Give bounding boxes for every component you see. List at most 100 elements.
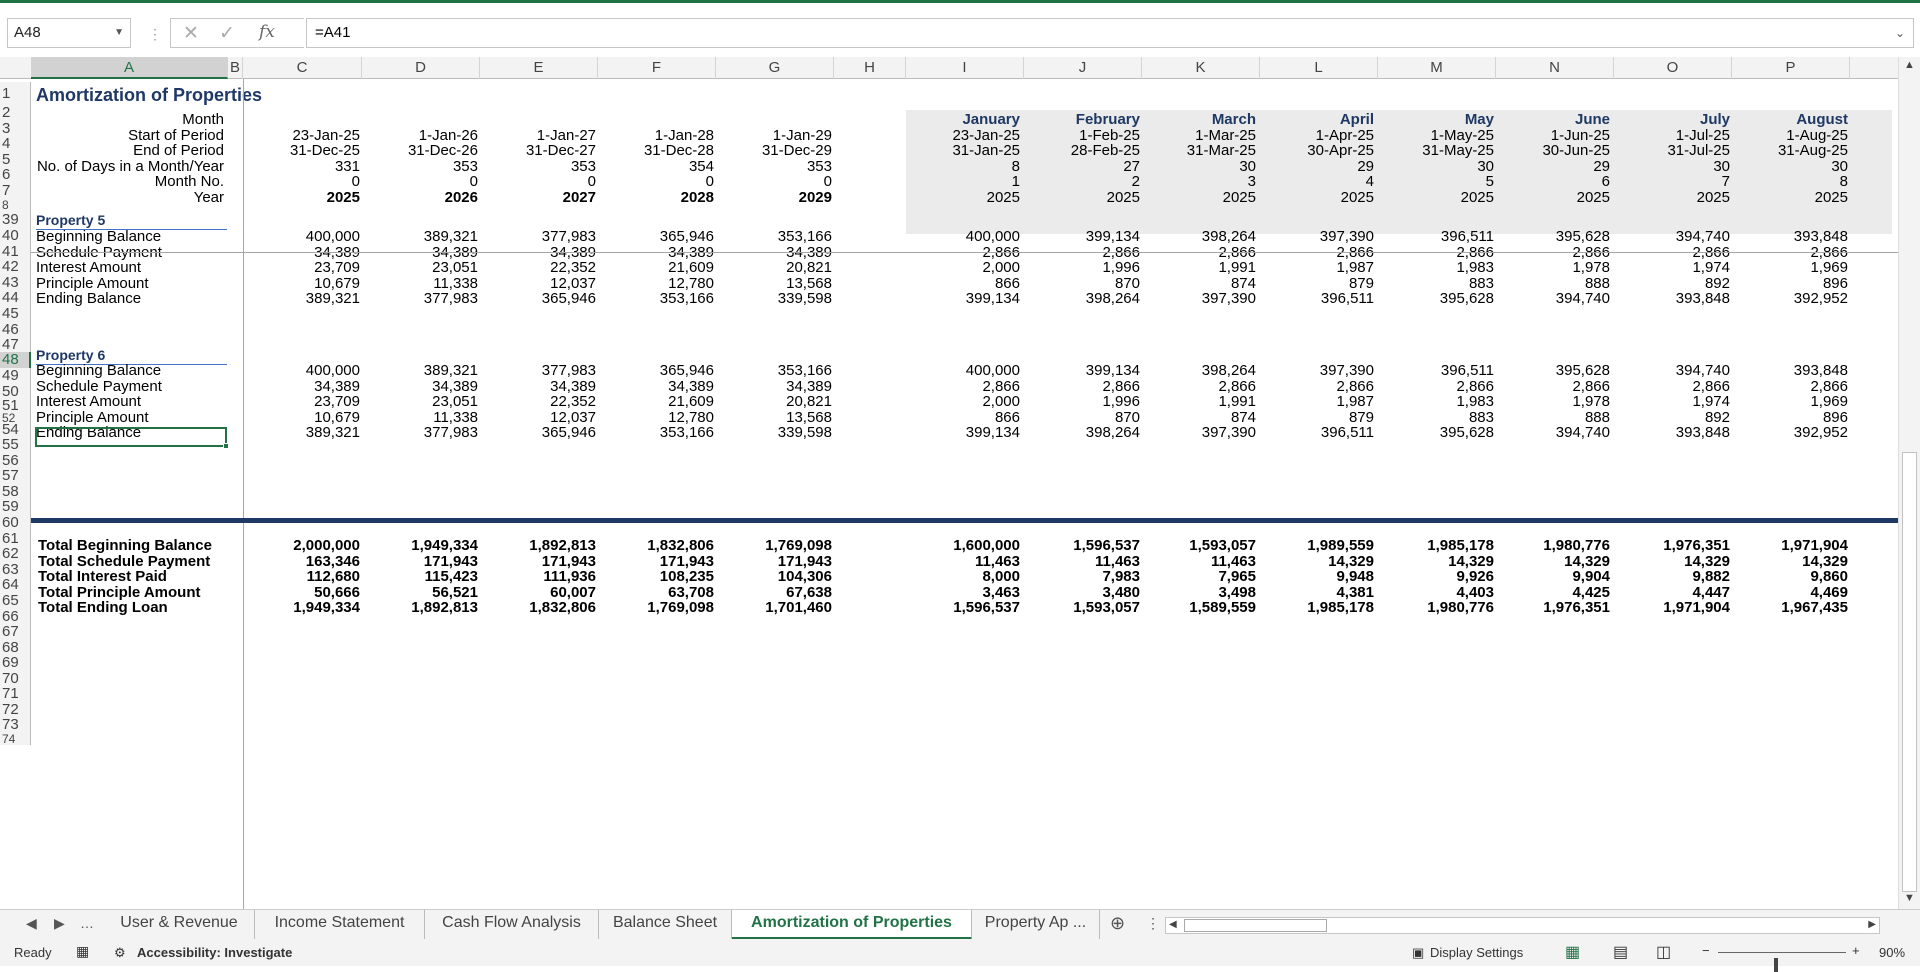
total-value-cell[interactable]: 1,892,813 — [368, 598, 478, 617]
row-header-4[interactable]: 4 — [0, 136, 31, 152]
formula-input[interactable]: =A41 ⌄ — [306, 18, 1914, 48]
chevron-down-icon[interactable]: ▼ — [114, 19, 124, 47]
value-cell[interactable]: 389,321 — [250, 423, 360, 442]
total-value-cell[interactable]: 1,985,178 — [1264, 598, 1374, 617]
zoom-slider-knob[interactable] — [1773, 958, 1778, 972]
value-cell[interactable]: 395,628 — [1384, 289, 1494, 308]
column-header-b[interactable]: B — [228, 57, 243, 79]
total-value-cell[interactable]: 1,593,057 — [1030, 598, 1140, 617]
sheet-tab[interactable]: Amortization of Properties — [732, 910, 972, 940]
prev-sheet-icon[interactable]: ◀ — [26, 915, 37, 932]
row-label[interactable]: Ending Balance — [36, 289, 141, 308]
value-cell[interactable]: 396,511 — [1264, 423, 1374, 442]
scroll-down-icon[interactable]: ▼ — [1904, 892, 1915, 904]
year-cell[interactable]: 2025 — [1146, 188, 1256, 207]
row-header-58[interactable]: 58 — [0, 484, 31, 499]
row-header-49[interactable]: 49 — [0, 368, 31, 384]
accessibility-icon[interactable]: ⚙ — [114, 945, 126, 961]
worksheet-grid[interactable]: 1 2 3 4 5 6 7 8 39 40 41 42 43 44 45 46 47 48 49 50 51 52 54 55… — [0, 79, 1898, 909]
horizontal-scroll-thumb[interactable] — [1184, 919, 1327, 932]
vertical-scroll-thumb[interactable] — [1902, 452, 1917, 892]
value-cell[interactable]: 399,134 — [910, 423, 1020, 442]
total-value-cell[interactable]: 1,589,559 — [1146, 598, 1256, 617]
row-header-39[interactable]: 39 — [0, 212, 31, 228]
column-header-e[interactable]: E — [480, 57, 598, 79]
horizontal-scrollbar[interactable]: ◀ ▶ — [1165, 917, 1880, 934]
display-settings-icon[interactable]: ▣ — [1412, 945, 1424, 961]
row-header-68[interactable]: 68 — [0, 640, 31, 655]
tab-split-icon[interactable]: ⋮ — [1146, 915, 1160, 932]
sheet-tab[interactable]: Cash Flow Analysis — [425, 910, 599, 940]
row-header-62[interactable]: 62 — [0, 546, 31, 562]
accessibility-status[interactable]: Accessibility: Investigate — [137, 945, 292, 960]
value-cell[interactable]: 396,511 — [1264, 289, 1374, 308]
sheet-tab[interactable]: Balance Sheet — [599, 910, 732, 940]
row-header-65[interactable]: 65 — [0, 593, 31, 609]
row-header-57[interactable]: 57 — [0, 468, 31, 484]
value-cell[interactable]: 398,264 — [1030, 289, 1140, 308]
row-header-47[interactable]: 47 — [0, 337, 31, 352]
value-cell[interactable]: 353,166 — [604, 423, 714, 442]
row-header-54[interactable]: 54 — [0, 422, 31, 437]
column-header-i[interactable]: I — [906, 57, 1024, 79]
row-header-64[interactable]: 64 — [0, 577, 31, 593]
value-cell[interactable]: 394,740 — [1500, 423, 1610, 442]
row-header-71[interactable]: 71 — [0, 686, 31, 702]
enter-icon[interactable]: ✓ — [219, 22, 235, 45]
row-header-45[interactable]: 45 — [0, 306, 31, 322]
row-header-43[interactable]: 43 — [0, 275, 31, 290]
selected-cell[interactable] — [35, 427, 229, 449]
vertical-scrollbar[interactable]: ▲ ▼ — [1898, 57, 1920, 909]
row-header-7[interactable]: 7 — [0, 183, 31, 199]
page-break-icon[interactable]: ◫ — [1656, 942, 1671, 962]
value-cell[interactable]: 389,321 — [250, 289, 360, 308]
row-header-2[interactable]: 2 — [0, 105, 31, 121]
value-cell[interactable]: 377,983 — [368, 423, 478, 442]
column-header-m[interactable]: M — [1378, 57, 1496, 79]
value-cell[interactable]: 392,952 — [1738, 289, 1848, 308]
scroll-up-icon[interactable]: ▲ — [1904, 59, 1915, 71]
value-cell[interactable]: 393,848 — [1620, 289, 1730, 308]
row-header-67[interactable]: 67 — [0, 624, 31, 640]
year-cell[interactable]: 2025 — [250, 188, 360, 207]
insert-function-icon[interactable]: fx — [259, 22, 275, 42]
row-header-66[interactable]: 66 — [0, 609, 31, 624]
total-value-cell[interactable]: 1,769,098 — [604, 598, 714, 617]
sheet-title[interactable]: Amortization of Properties — [36, 86, 262, 105]
row-header-73[interactable]: 73 — [0, 717, 31, 733]
column-header-k[interactable]: K — [1142, 57, 1260, 79]
sheet-tab[interactable]: Property Ap ... — [972, 910, 1100, 940]
total-value-cell[interactable]: 1,971,904 — [1620, 598, 1730, 617]
total-value-cell[interactable]: 1,976,351 — [1500, 598, 1610, 617]
more-sheets-icon[interactable]: … — [80, 915, 94, 931]
total-value-cell[interactable]: 1,701,460 — [722, 598, 832, 617]
year-cell[interactable]: 2026 — [368, 188, 478, 207]
row-header-46[interactable]: 46 — [0, 322, 31, 337]
page-layout-icon[interactable]: ▤ — [1613, 942, 1628, 962]
year-cell[interactable]: 2025 — [1030, 188, 1140, 207]
row-header-48[interactable]: 48 — [0, 352, 31, 368]
column-header-f[interactable]: F — [598, 57, 716, 79]
sheet-tab[interactable]: User & Revenue — [104, 910, 255, 940]
year-cell[interactable]: 2029 — [722, 188, 832, 207]
row-header-69[interactable]: 69 — [0, 655, 31, 671]
column-header-a[interactable]: A — [31, 57, 228, 79]
fill-handle[interactable] — [223, 443, 229, 449]
row-header-44[interactable]: 44 — [0, 290, 31, 306]
row-header-59[interactable]: 59 — [0, 499, 31, 515]
cancel-icon[interactable]: ✕ — [183, 22, 199, 45]
value-cell[interactable]: 393,848 — [1620, 423, 1730, 442]
year-cell[interactable]: 2025 — [1500, 188, 1610, 207]
column-header-n[interactable]: N — [1496, 57, 1614, 79]
year-cell[interactable]: 2027 — [486, 188, 596, 207]
zoom-out-icon[interactable]: − — [1702, 943, 1710, 958]
column-header-c[interactable]: C — [243, 57, 362, 79]
value-cell[interactable]: 365,946 — [486, 423, 596, 442]
row-header-5[interactable]: 5 — [0, 152, 31, 167]
value-cell[interactable]: 399,134 — [910, 289, 1020, 308]
value-cell[interactable]: 397,390 — [1146, 289, 1256, 308]
add-sheet-icon[interactable]: ⊕ — [1110, 913, 1125, 934]
row-header-40[interactable]: 40 — [0, 228, 31, 244]
display-settings[interactable]: Display Settings — [1430, 945, 1523, 960]
column-header-p[interactable]: P — [1732, 57, 1850, 79]
